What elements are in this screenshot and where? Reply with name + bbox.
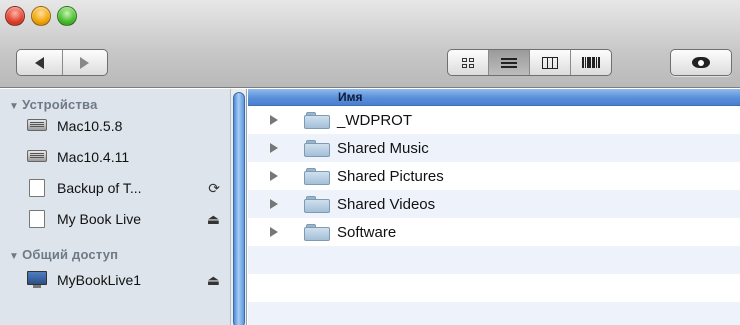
window-toolbar: [0, 0, 740, 88]
disclosure-triangle-icon[interactable]: [270, 171, 278, 181]
disclosure-triangle-icon[interactable]: [270, 227, 278, 237]
empty-row: [248, 246, 740, 274]
forward-arrow-icon: [80, 56, 90, 69]
folder-icon: [304, 111, 330, 129]
forward-button[interactable]: [61, 50, 108, 75]
sidebar-header-shared[interactable]: ▼ Общий доступ: [9, 247, 118, 262]
folder-icon: [304, 167, 330, 185]
back-button[interactable]: [17, 50, 62, 75]
disclosure-triangle-icon[interactable]: [270, 143, 278, 153]
file-list: Имя _WDPROT Shared Music Shared Pictures…: [248, 89, 740, 325]
hard-drive-icon: [25, 148, 49, 166]
list-item[interactable]: Shared Music: [248, 134, 740, 162]
sidebar-item-my-book-live[interactable]: My Book Live ⏏: [25, 207, 220, 231]
disclosure-triangle-icon: ▼: [9, 251, 20, 262]
sidebar-item-label: Mac10.5.8: [57, 118, 123, 134]
list-view-icon: [501, 57, 517, 68]
cover-flow-button[interactable]: [570, 50, 611, 75]
network-computer-icon: [25, 270, 49, 290]
back-arrow-icon: [34, 56, 44, 69]
sidebar-item-label: My Book Live: [57, 211, 142, 227]
list-view-button[interactable]: [488, 50, 529, 75]
eye-icon: [692, 57, 710, 68]
sidebar: ▼ Устройства Mac10.5.8 Mac10.4.11 Backup …: [0, 89, 247, 325]
file-name: _WDPROT: [337, 111, 412, 129]
list-item[interactable]: Shared Videos: [248, 190, 740, 218]
folder-icon: [304, 139, 330, 157]
sync-icon[interactable]: ⟳: [208, 180, 220, 197]
folder-icon: [304, 223, 330, 241]
empty-row: [248, 302, 740, 325]
file-name: Shared Pictures: [337, 167, 444, 185]
sidebar-item-mybooklive1[interactable]: MyBookLive1 ⏏: [25, 268, 220, 292]
back-forward-group: [16, 49, 108, 76]
sidebar-header-devices[interactable]: ▼ Устройства: [9, 97, 98, 112]
sidebar-scrollbar[interactable]: [230, 89, 246, 325]
file-name: Software: [337, 223, 397, 241]
minimize-window-button[interactable]: [31, 6, 51, 26]
zoom-window-button[interactable]: [57, 6, 77, 26]
sidebar-item-backup[interactable]: Backup of T... ⟳: [25, 176, 220, 200]
close-window-button[interactable]: [5, 6, 25, 26]
sidebar-item-mac1058[interactable]: Mac10.5.8: [25, 114, 220, 138]
quick-look-button[interactable]: [670, 49, 732, 76]
icon-view-icon: [462, 57, 474, 68]
column-view-icon: [542, 56, 558, 69]
empty-row: [248, 274, 740, 302]
folder-icon: [304, 195, 330, 213]
disk-image-icon: [25, 209, 49, 229]
file-name: Shared Music: [337, 139, 429, 157]
eject-icon[interactable]: ⏏: [207, 272, 220, 289]
sidebar-item-mac10411[interactable]: Mac10.4.11: [25, 145, 220, 169]
sidebar-item-label: Backup of T...: [57, 180, 142, 196]
cover-flow-icon: [582, 57, 600, 68]
list-item[interactable]: Shared Pictures: [248, 162, 740, 190]
eject-icon[interactable]: ⏏: [207, 211, 220, 228]
file-name: Shared Videos: [337, 195, 436, 213]
sidebar-item-label: MyBookLive1: [57, 272, 142, 288]
hard-drive-icon: [25, 117, 49, 135]
column-header-name[interactable]: Имя: [248, 89, 740, 106]
list-item[interactable]: _WDPROT: [248, 106, 740, 134]
sidebar-item-label: Mac10.4.11: [57, 149, 130, 165]
disk-image-icon: [25, 178, 49, 198]
column-view-button[interactable]: [529, 50, 570, 75]
list-item[interactable]: Software: [248, 218, 740, 246]
sidebar-scroll-thumb[interactable]: [233, 92, 245, 325]
icon-view-button[interactable]: [448, 50, 488, 75]
disclosure-triangle-icon[interactable]: [270, 199, 278, 209]
disclosure-triangle-icon[interactable]: [270, 115, 278, 125]
disclosure-triangle-icon: ▼: [9, 101, 20, 112]
view-mode-group: [447, 49, 612, 76]
